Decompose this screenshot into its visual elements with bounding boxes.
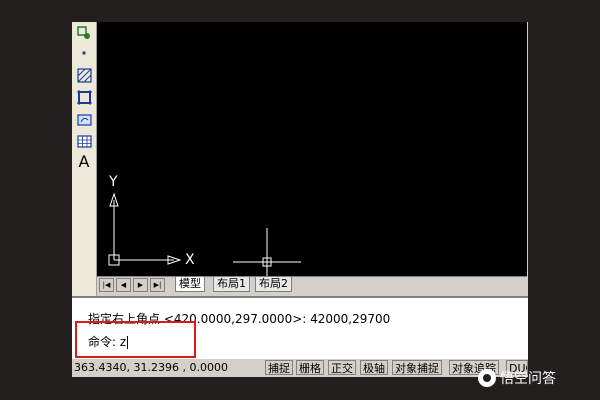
watermark: 悟空问答 — [478, 368, 556, 388]
highlight-box — [75, 321, 196, 358]
status-bar: 363.4340, 31.2396 , 0.0000 捕捉 栅格 正交 极轴 对… — [72, 358, 528, 377]
next-tab-button[interactable]: ▶ — [133, 278, 148, 292]
crosshair-cursor — [233, 228, 301, 276]
watermark-logo-icon — [478, 369, 496, 387]
first-tab-button[interactable]: |◀ — [99, 278, 114, 292]
last-tab-button[interactable]: ▶| — [150, 278, 165, 292]
ortho-button[interactable]: 正交 — [328, 360, 356, 375]
ucs-y-label: Y — [109, 174, 118, 190]
layout-tab-bar: |◀ ◀ ▶ ▶| 模型 布局1 布局2 — [97, 276, 527, 293]
table-icon[interactable] — [75, 132, 93, 150]
polar-button[interactable]: 极轴 — [360, 360, 388, 375]
tab-layout2[interactable]: 布局2 — [255, 277, 292, 292]
grid-button[interactable]: 栅格 — [296, 360, 324, 375]
region-icon[interactable] — [75, 88, 93, 106]
tab-model[interactable]: 模型 — [175, 277, 205, 292]
osnap-button[interactable]: 对象捕捉 — [392, 360, 442, 375]
hatch-icon[interactable] — [75, 66, 93, 84]
prev-tab-button[interactable]: ◀ — [116, 278, 131, 292]
coordinate-readout: 363.4340, 31.2396 , 0.0000 — [74, 361, 228, 374]
text-icon[interactable]: A — [75, 152, 93, 171]
watermark-text: 悟空问答 — [500, 371, 556, 387]
snap-button[interactable]: 捕捉 — [265, 360, 293, 375]
ucs-icon — [108, 192, 182, 266]
wipeout-icon[interactable] — [75, 110, 93, 128]
ucs-x-label: X — [185, 252, 195, 268]
draw-toolbar: A — [72, 22, 97, 296]
tab-layout1[interactable]: 布局1 — [213, 277, 250, 292]
point-icon[interactable] — [75, 44, 93, 62]
canvas-graphics — [108, 192, 301, 276]
insert-block-icon[interactable] — [75, 24, 93, 42]
drawing-canvas[interactable]: Y X — [97, 22, 527, 276]
